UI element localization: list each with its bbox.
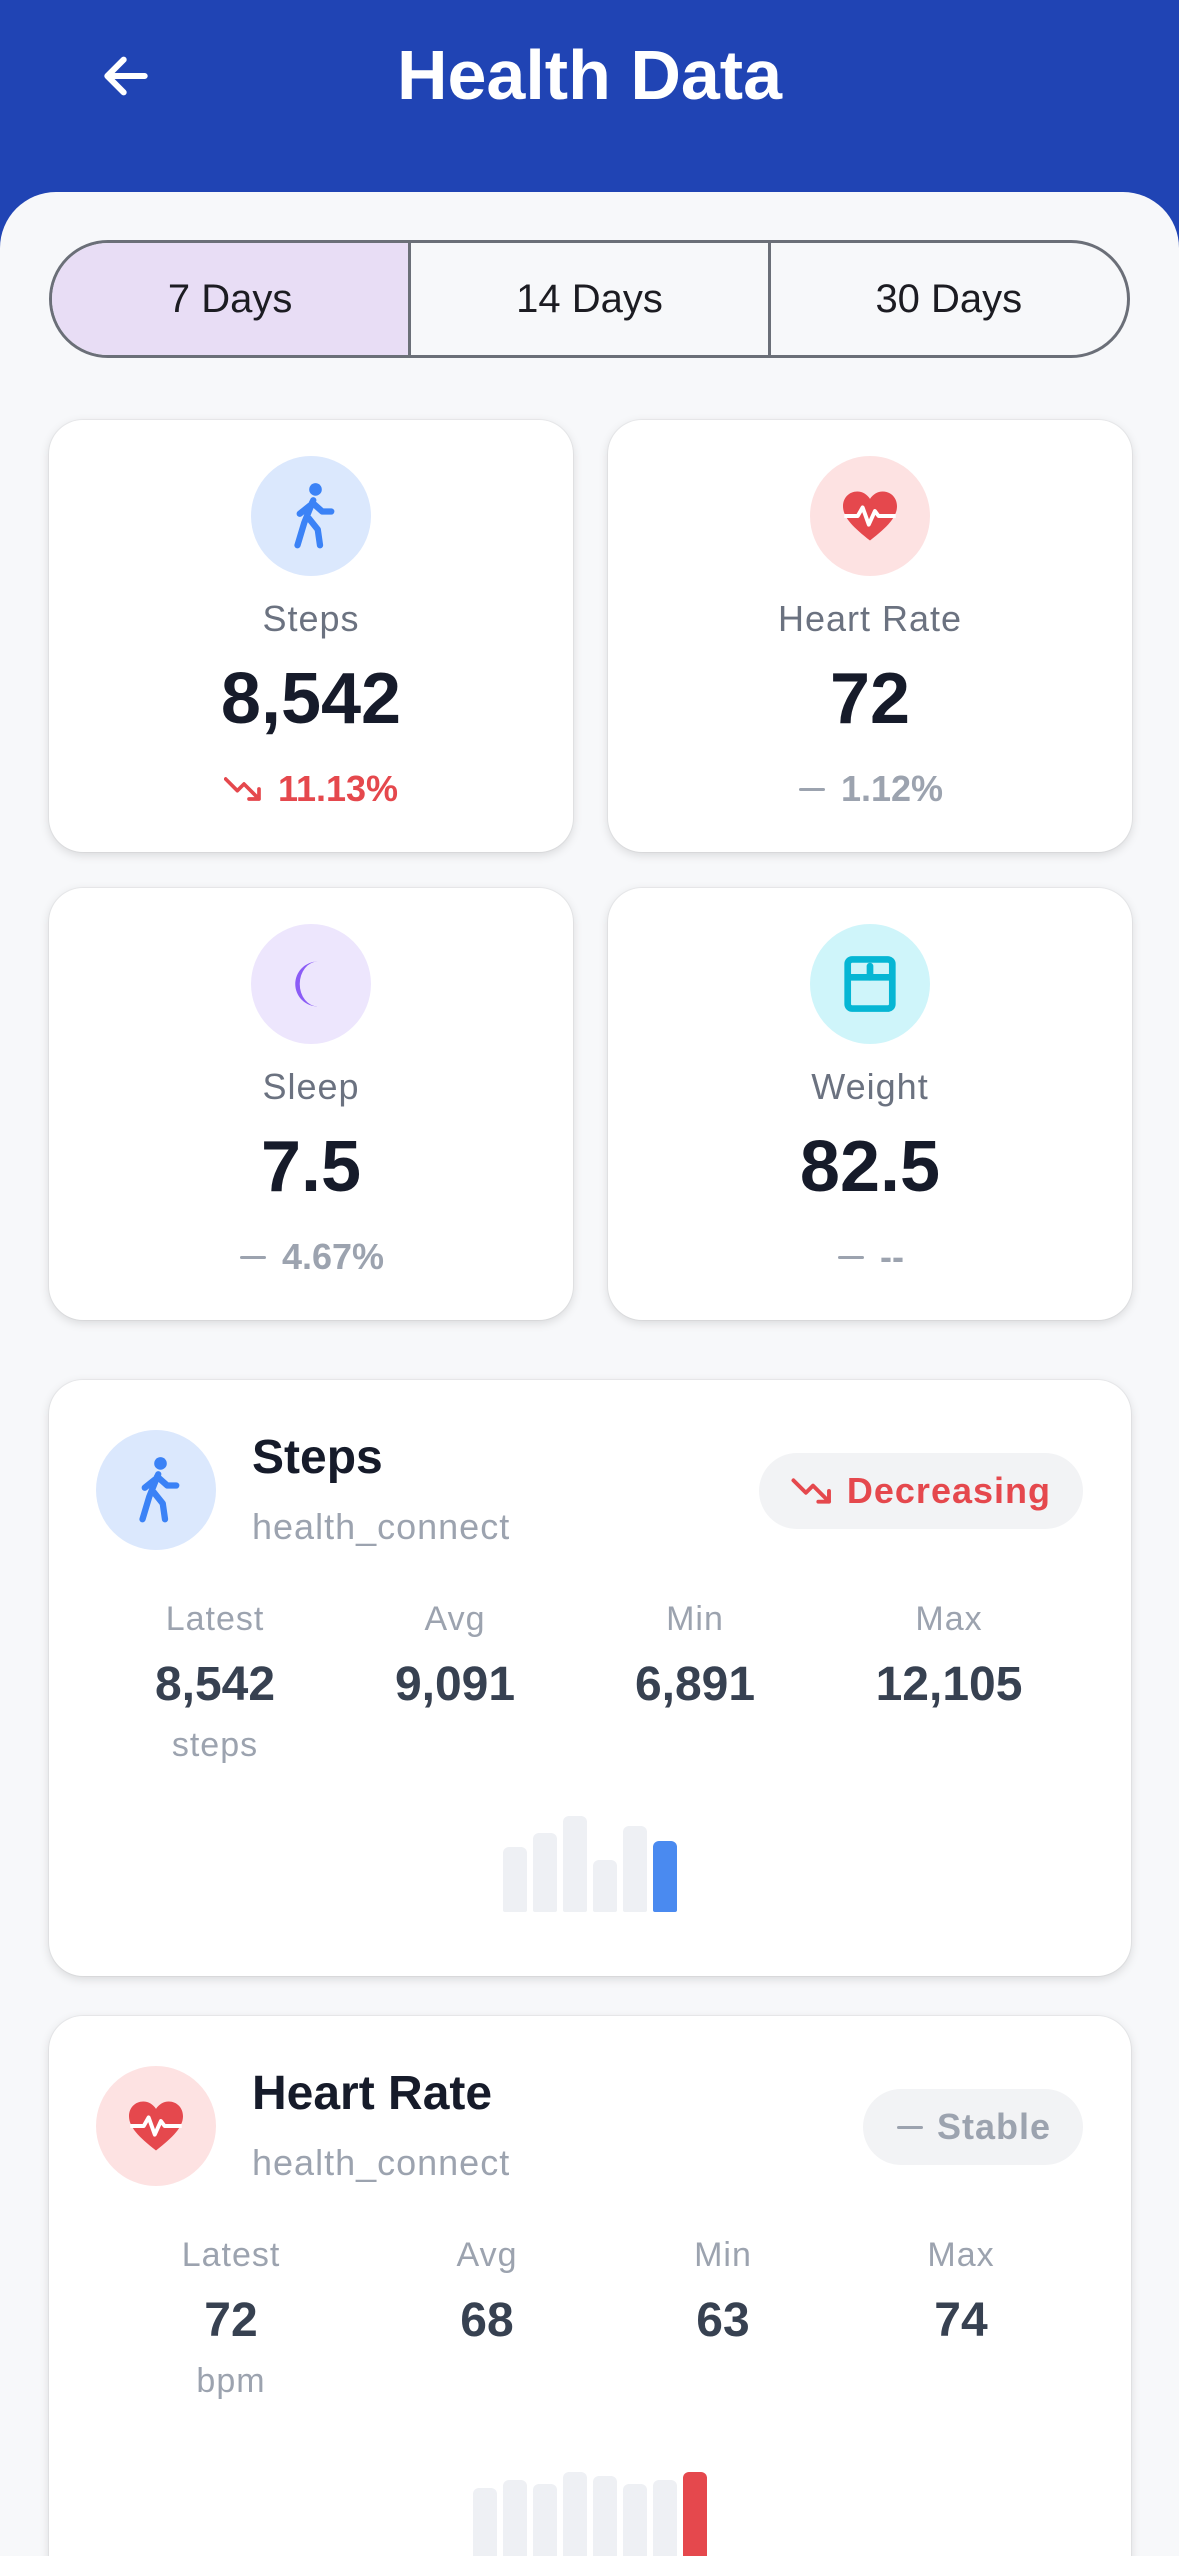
metric-min: Min 63: [623, 2236, 823, 2348]
metric-label: Min: [694, 2236, 752, 2274]
metric-max: Max 12,105: [849, 1600, 1049, 1712]
stat-value: 82.5: [799, 1127, 941, 1207]
stat-label: Steps: [262, 598, 360, 639]
metric-value: 63: [696, 2294, 750, 2347]
chart-bar: [533, 1833, 557, 1912]
chart-bar: [503, 1847, 527, 1912]
metric-label: Max: [927, 2236, 995, 2274]
stat-change: 1.12%: [608, 768, 1132, 810]
tab-7-days[interactable]: 7 Days: [52, 243, 409, 355]
stat-value: 7.5: [260, 1127, 362, 1207]
minus-icon: [838, 1256, 864, 1259]
weight-stat-card[interactable]: Weight 82.5 --: [608, 888, 1132, 1320]
chart-bar: [623, 2484, 647, 2556]
trend-badge: Decreasing: [758, 1453, 1083, 1529]
chart-bar: [593, 1860, 617, 1912]
stat-value: 8,542: [220, 659, 402, 739]
moon-icon: [251, 924, 371, 1044]
stat-change-value: 1.12%: [840, 768, 944, 809]
chart-bar: [533, 2484, 557, 2556]
metric-latest: Latest 8,542 steps: [115, 1600, 315, 1765]
metric-value: 9,091: [394, 1658, 516, 1711]
sleep-stat-card[interactable]: Sleep 7.5 4.67%: [49, 888, 573, 1320]
minus-icon: [798, 788, 825, 791]
chart-bar: [623, 1826, 647, 1912]
tab-14-days[interactable]: 14 Days: [408, 243, 767, 355]
metric-label: Avg: [456, 2236, 518, 2274]
walk-icon: [251, 456, 371, 576]
content-sheet: 7 Days 14 Days 30 Days Steps 8,542 11.13…: [0, 192, 1179, 2556]
chart-bar: [563, 1816, 587, 1912]
metric-latest: Latest 72 bpm: [131, 2236, 331, 2401]
stat-change: 4.67%: [49, 1236, 573, 1278]
steps-stat-card[interactable]: Steps 8,542 11.13%: [49, 420, 573, 852]
metric-avg: Avg 68: [387, 2236, 587, 2348]
metric-min: Min 6,891: [595, 1600, 795, 1712]
metric-value: 12,105: [875, 1658, 1023, 1711]
stat-change-value: 4.67%: [281, 1236, 385, 1277]
heart-rate-stat-card[interactable]: Heart Rate 72 1.12%: [608, 420, 1132, 852]
page-title: Health Data: [396, 36, 783, 114]
metric-max: Max 74: [861, 2236, 1061, 2348]
stat-label: Sleep: [262, 1066, 360, 1107]
chart-bar: [593, 2476, 617, 2556]
tab-30-days[interactable]: 30 Days: [767, 243, 1127, 355]
stat-change: 11.13%: [49, 768, 573, 810]
metric-label: Max: [915, 1600, 983, 1638]
chart-bar: [563, 2472, 587, 2556]
trend-label: Stable: [936, 2106, 1051, 2147]
metric-value: 72: [204, 2294, 258, 2347]
steps-detail-card[interactable]: Steps health_connect Decreasing Latest 8…: [49, 1380, 1131, 1976]
heart-rate-mini-chart: [49, 2468, 1131, 2556]
chart-bar: [473, 2488, 497, 2556]
minus-icon: [896, 2126, 923, 2129]
stat-change: --: [608, 1236, 1132, 1278]
chart-bar: [503, 2480, 527, 2556]
heart-pulse-icon: [96, 2066, 216, 2186]
metric-value: 6,891: [634, 1658, 756, 1711]
detail-source: health_connect: [252, 2142, 511, 2183]
metric-unit: bpm: [196, 2362, 266, 2400]
stat-value: 72: [829, 659, 911, 739]
stat-label: Weight: [811, 1066, 929, 1107]
stat-change-value: 11.13%: [277, 768, 399, 809]
metric-label: Latest: [165, 1600, 265, 1638]
scale-icon: [810, 924, 930, 1044]
minus-icon: [239, 1256, 266, 1259]
trending-down-icon: [223, 777, 261, 801]
trending-down-icon: [791, 1478, 831, 1504]
trend-label: Decreasing: [846, 1470, 1051, 1511]
metric-value: 74: [934, 2294, 988, 2347]
trend-badge: Stable: [862, 2089, 1083, 2165]
metric-label: Avg: [424, 1600, 486, 1638]
metric-value: 8,542: [154, 1658, 276, 1711]
metric-label: Latest: [181, 2236, 281, 2274]
metric-unit: steps: [171, 1726, 259, 1764]
date-range-tabs: 7 Days 14 Days 30 Days: [49, 240, 1130, 358]
chart-bar: [683, 2472, 707, 2556]
app-header: Health Data: [0, 0, 1179, 200]
metrics-row: Latest 8,542 steps Avg 9,091 Min 6,891 M…: [49, 1600, 1131, 1770]
metric-label: Min: [666, 1600, 724, 1638]
steps-mini-chart: [49, 1812, 1131, 1912]
detail-title: Heart Rate: [252, 2067, 493, 2120]
metric-value: 68: [460, 2294, 514, 2347]
stat-label: Heart Rate: [777, 598, 963, 639]
metrics-row: Latest 72 bpm Avg 68 Min 63 Max 74: [49, 2236, 1131, 2406]
chart-bar: [653, 1841, 677, 1912]
walk-icon: [96, 1430, 216, 1550]
stat-change-value: --: [880, 1236, 904, 1277]
chart-bar: [653, 2480, 677, 2556]
detail-title: Steps: [252, 1431, 383, 1484]
metric-avg: Avg 9,091: [355, 1600, 555, 1712]
detail-source: health_connect: [252, 1506, 511, 1547]
heart-pulse-icon: [810, 456, 930, 576]
heart-rate-detail-card[interactable]: Heart Rate health_connect Stable Latest …: [49, 2016, 1131, 2556]
